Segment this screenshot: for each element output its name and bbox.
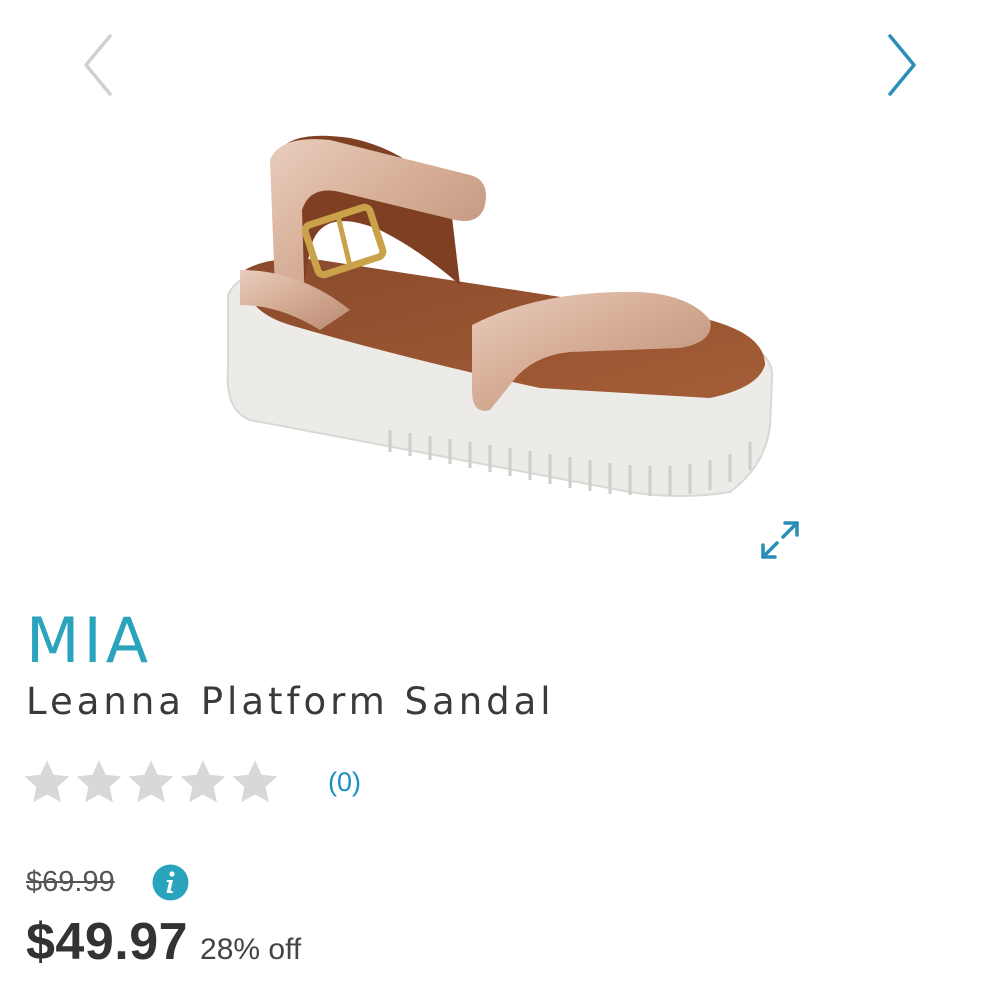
expand-image-button[interactable] xyxy=(757,517,803,563)
star-empty-icon xyxy=(232,760,278,803)
product-name: Leanna Platform Sandal xyxy=(26,680,555,723)
star-empty-icon xyxy=(76,760,122,803)
sale-price: $49.97 xyxy=(26,913,189,971)
rating: (0) xyxy=(22,752,361,812)
gallery-next-button[interactable] xyxy=(882,30,922,100)
gallery-prev-button[interactable] xyxy=(78,30,118,100)
sandal-illustration xyxy=(226,135,774,497)
brand-name[interactable]: MIA xyxy=(26,610,152,672)
expand-icon xyxy=(761,521,799,559)
discount-label: 28% off xyxy=(200,933,302,966)
product-image[interactable] xyxy=(210,120,790,520)
review-count-link[interactable]: (0) xyxy=(328,767,361,798)
chevron-right-icon xyxy=(888,34,916,96)
chevron-left-icon xyxy=(84,34,112,96)
price-info-button[interactable] xyxy=(152,864,189,901)
star-empty-icon xyxy=(128,760,174,803)
star-rating[interactable] xyxy=(22,757,280,807)
info-icon xyxy=(152,864,189,901)
star-empty-icon xyxy=(180,760,226,803)
star-empty-icon xyxy=(24,760,70,803)
original-price: $69.99 xyxy=(26,866,115,898)
sale-price-row: $49.97 28% off xyxy=(26,912,301,972)
